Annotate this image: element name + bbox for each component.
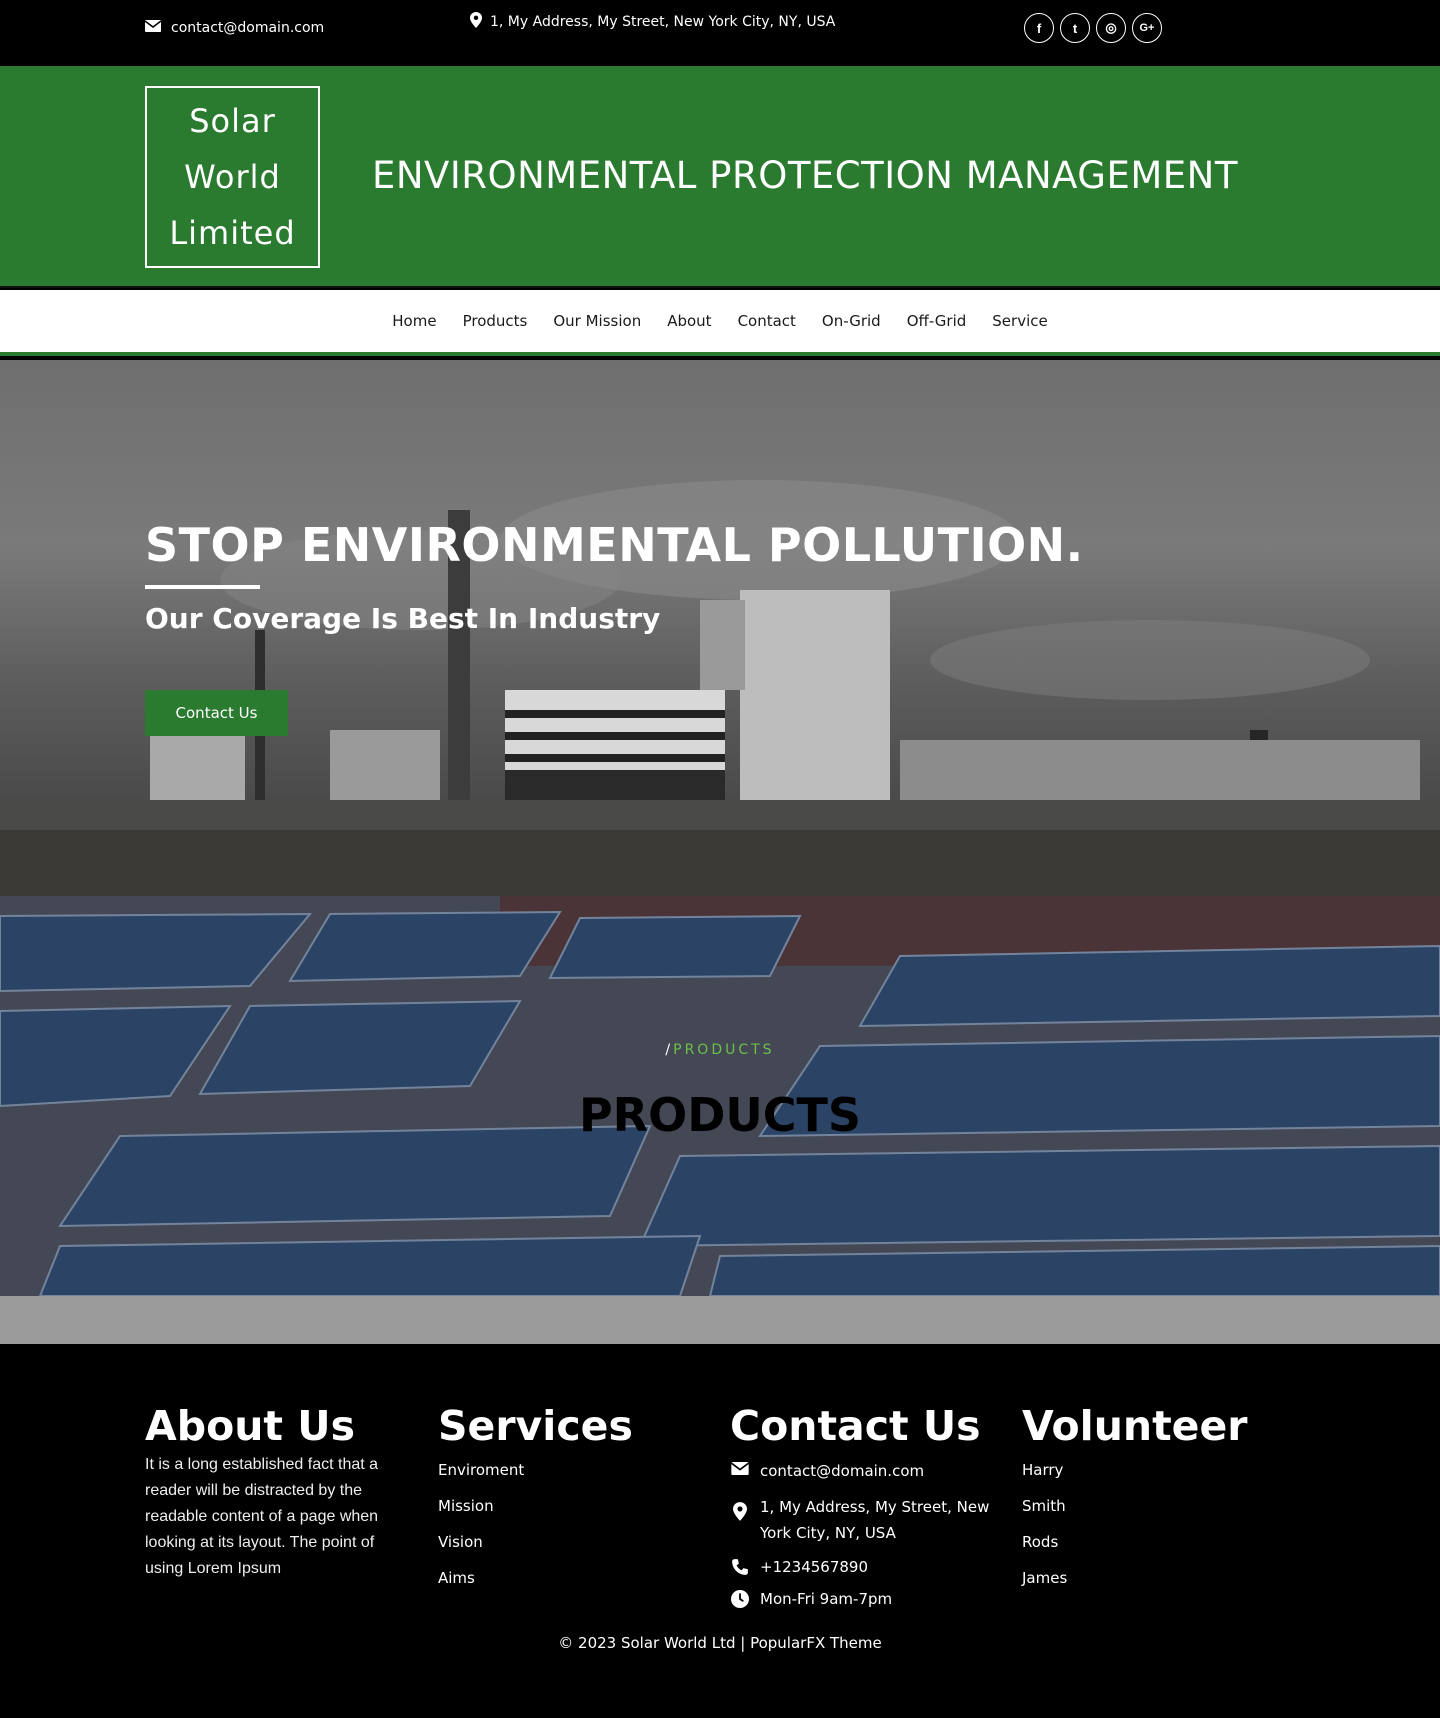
- breadcrumb-current[interactable]: PRODUCTS: [673, 1042, 774, 1058]
- footer-services-heading: Services: [438, 1402, 633, 1450]
- footer-link-harry[interactable]: Harry: [1022, 1452, 1282, 1488]
- breadcrumb: /PRODUCTS: [0, 1042, 1440, 1058]
- footer-about-heading: About Us: [145, 1402, 356, 1450]
- nav-item-on-grid[interactable]: On-Grid: [822, 312, 881, 330]
- envelope-icon: [730, 1458, 750, 1475]
- products-banner: /PRODUCTS PRODUCTS: [0, 896, 1440, 1296]
- hero-subtitle: Our Coverage Is Best In Industry: [145, 602, 661, 635]
- hero-divider: [145, 585, 260, 589]
- site-logo[interactable]: Solar World Limited: [145, 86, 320, 268]
- nav-item-home[interactable]: Home: [392, 312, 436, 330]
- footer-volunteer-heading: Volunteer: [1022, 1402, 1248, 1450]
- site-tagline: ENVIRONMENTAL PROTECTION MANAGEMENT: [372, 154, 1238, 197]
- footer-contact-email[interactable]: contact@domain.com: [730, 1458, 990, 1484]
- footer-link-vision[interactable]: Vision: [438, 1524, 698, 1560]
- footer-contact-phone[interactable]: +1234567890: [730, 1554, 990, 1580]
- topbar-address: 1, My Address, My Street, New York City,…: [470, 12, 835, 32]
- footer-contact-address: 1, My Address, My Street, New York City,…: [730, 1494, 990, 1546]
- footer-contact: Contact Us contact@domain.com 1, My Addr…: [730, 1402, 990, 1612]
- footer-contact-address-text: 1, My Address, My Street, New York City,…: [760, 1498, 990, 1542]
- nav-item-contact[interactable]: Contact: [738, 312, 796, 330]
- topbar-address-text: 1, My Address, My Street, New York City,…: [490, 14, 836, 30]
- footer-link-aims[interactable]: Aims: [438, 1560, 698, 1596]
- social-links: f t ◎ G+: [1024, 13, 1162, 43]
- envelope-icon: [144, 20, 162, 36]
- site-footer: About Us It is a long established fact t…: [0, 1344, 1440, 1718]
- nav-item-off-grid[interactable]: Off-Grid: [907, 312, 967, 330]
- instagram-icon[interactable]: ◎: [1096, 13, 1126, 43]
- footer-link-smith[interactable]: Smith: [1022, 1488, 1282, 1524]
- footer-link-mission[interactable]: Mission: [438, 1488, 698, 1524]
- nav-item-products[interactable]: Products: [463, 312, 528, 330]
- map-marker-icon: [470, 12, 482, 32]
- footer-services: Services Enviroment Mission Vision Aims: [438, 1402, 698, 1596]
- hero-title: STOP ENVIRONMENTAL POLLUTION.: [145, 518, 1084, 572]
- nav-item-service[interactable]: Service: [992, 312, 1047, 330]
- logo-line: Limited: [169, 214, 296, 252]
- footer-link-enviroment[interactable]: Enviroment: [438, 1452, 698, 1488]
- facebook-icon[interactable]: f: [1024, 13, 1054, 43]
- phone-icon: [730, 1554, 750, 1576]
- footer-contact-email-text: contact@domain.com: [760, 1462, 925, 1480]
- contact-us-button[interactable]: Contact Us: [145, 690, 288, 736]
- content-area: [0, 1296, 1440, 1344]
- twitter-icon[interactable]: t: [1060, 13, 1090, 43]
- logo-line: World: [184, 158, 281, 196]
- footer-link-rods[interactable]: Rods: [1022, 1524, 1282, 1560]
- brand-header: Solar World Limited ENVIRONMENTAL PROTEC…: [0, 66, 1440, 288]
- main-nav: Home Products Our Mission About Contact …: [0, 290, 1440, 356]
- clock-icon: [730, 1586, 750, 1608]
- footer-volunteer: Volunteer Harry Smith Rods James: [1022, 1402, 1282, 1596]
- footer-about-text: It is a long established fact that a rea…: [145, 1456, 379, 1577]
- top-bar: contact@domain.com 1, My Address, My Str…: [0, 0, 1440, 66]
- footer-contact-phone-text: +1234567890: [760, 1558, 869, 1576]
- copyright: © 2023 Solar World Ltd | PopularFX Theme: [558, 1634, 882, 1652]
- footer-contact-heading: Contact Us: [730, 1402, 981, 1450]
- nav-item-about[interactable]: About: [667, 312, 711, 330]
- hero-section: STOP ENVIRONMENTAL POLLUTION. Our Covera…: [0, 360, 1440, 896]
- google-plus-icon[interactable]: G+: [1132, 13, 1162, 43]
- topbar-email-text: contact@domain.com: [171, 20, 325, 36]
- page-title: PRODUCTS: [578, 1088, 862, 1142]
- nav-item-our-mission[interactable]: Our Mission: [553, 312, 641, 330]
- footer-contact-hours-text: Mon-Fri 9am-7pm: [760, 1590, 893, 1608]
- topbar-email[interactable]: contact@domain.com: [144, 20, 325, 36]
- map-marker-icon: [730, 1494, 750, 1521]
- footer-link-james[interactable]: James: [1022, 1560, 1282, 1596]
- footer-contact-hours: Mon-Fri 9am-7pm: [730, 1586, 990, 1612]
- breadcrumb-separator: /: [665, 1042, 674, 1058]
- footer-about: About Us It is a long established fact t…: [145, 1402, 405, 1582]
- logo-line: Solar: [189, 102, 276, 140]
